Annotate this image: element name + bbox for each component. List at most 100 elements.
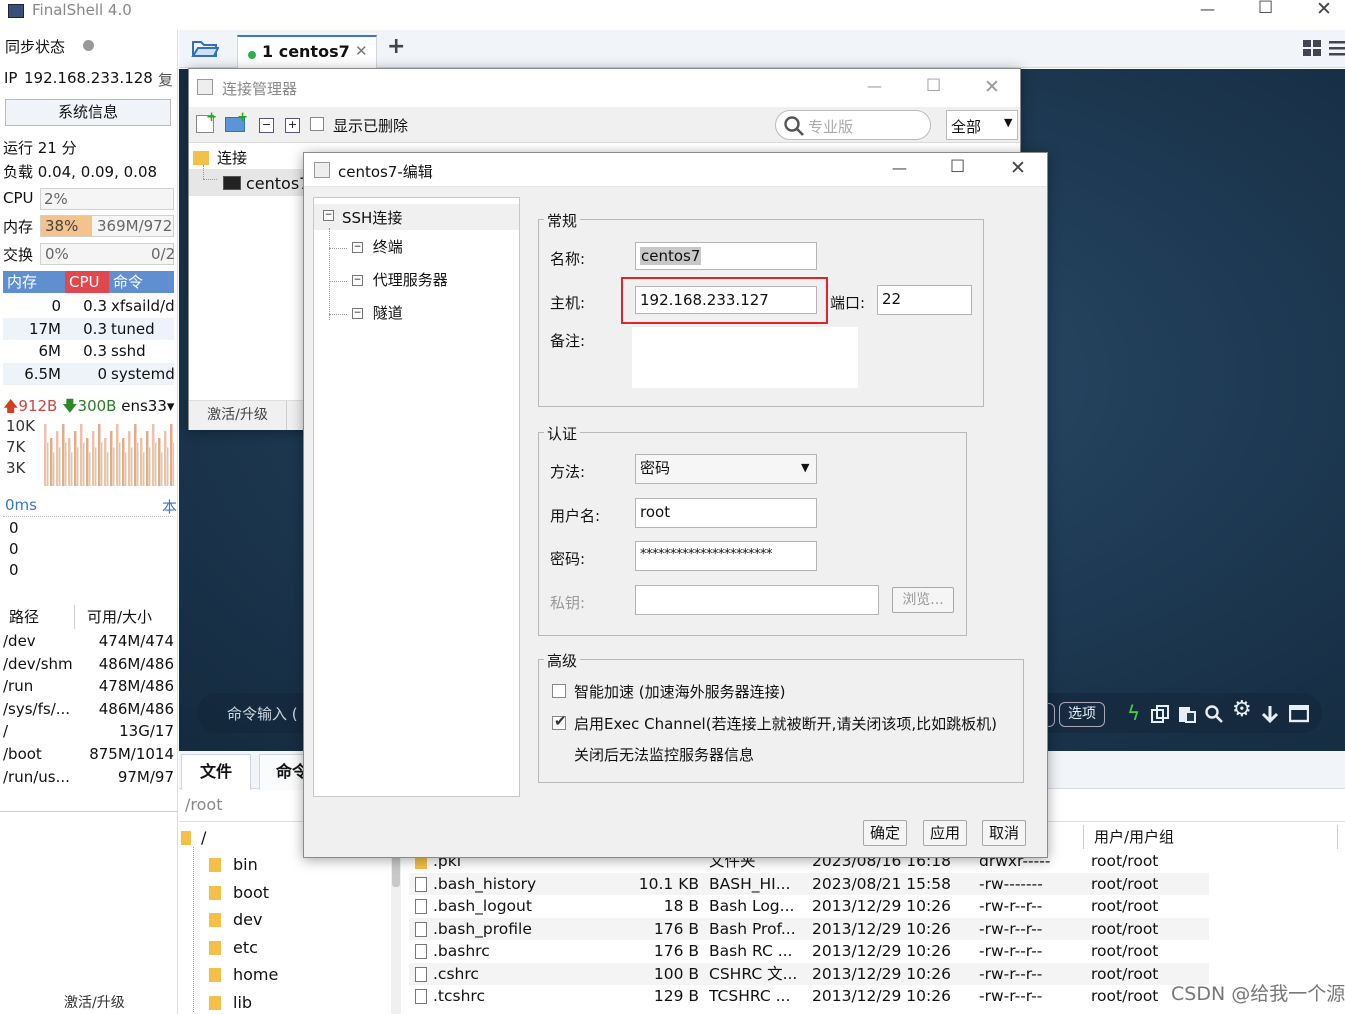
disk-path: /sys/fs/... bbox=[3, 699, 71, 718]
proc-header-cpu[interactable]: CPU bbox=[65, 271, 109, 293]
menu-icon[interactable] bbox=[1329, 40, 1345, 62]
close-button[interactable]: ✕ bbox=[1316, 0, 1332, 20]
table-row[interactable]: .bash_logout 18 B Bash Log... 2013/12/29 10… bbox=[409, 895, 1209, 918]
show-deleted-checkbox[interactable] bbox=[310, 117, 324, 131]
method-select[interactable]: 密码 ▼ bbox=[635, 454, 817, 484]
table-row[interactable]: .bash_history 10.1 KB BASH_HI... 2023/08/21… bbox=[409, 872, 1209, 895]
sync-status-label: 同步状态 bbox=[5, 38, 66, 56]
collapse-icon[interactable]: − bbox=[352, 242, 363, 253]
collapse-icon[interactable]: − bbox=[352, 308, 363, 319]
gear-icon[interactable]: ⚙ bbox=[1232, 697, 1252, 722]
layout-grid-icon[interactable] bbox=[1303, 40, 1323, 62]
minimize-button[interactable]: — bbox=[1200, 0, 1215, 18]
tree-item[interactable]: dev bbox=[209, 910, 262, 929]
private-key-input[interactable] bbox=[635, 585, 879, 615]
collapse-all-icon[interactable]: − bbox=[259, 118, 274, 133]
edit-minimize-button[interactable]: — bbox=[892, 159, 907, 177]
copy-ip-button[interactable]: 复 bbox=[158, 69, 173, 90]
tab-centos7[interactable]: 1 centos7 ✕ bbox=[237, 35, 377, 68]
paste-icon[interactable] bbox=[1178, 705, 1196, 727]
table-row[interactable]: /sys/fs/... 486M/486 bbox=[3, 698, 174, 721]
uptime-text: 运行 21 分 bbox=[3, 139, 77, 157]
lightning-icon[interactable]: ϟ bbox=[1127, 701, 1140, 725]
table-row[interactable]: 17M 0.3 tuned bbox=[3, 317, 174, 340]
conn-filter-select[interactable]: 全部 ▼ bbox=[946, 110, 1018, 140]
table-row[interactable]: 6M 0.3 sshd bbox=[3, 340, 174, 363]
conn-search-input[interactable]: 专业版 bbox=[775, 110, 931, 140]
table-row[interactable]: /dev/shm 486M/486 bbox=[3, 653, 174, 676]
current-path[interactable]: /root bbox=[185, 795, 222, 814]
download-icon[interactable] bbox=[1261, 705, 1279, 727]
table-row[interactable]: /boot 875M/1014 bbox=[3, 743, 174, 766]
table-row[interactable]: .tcshrc 129 B TCSHRC ... 2013/12/29 10:26 -r… bbox=[409, 985, 1209, 1008]
tree-item[interactable]: home bbox=[209, 965, 278, 984]
table-row[interactable]: .cshrc 100 B CSHRC 文... 2013/12/29 10:26 -rw… bbox=[409, 962, 1209, 985]
expand-all-icon[interactable]: + bbox=[285, 118, 300, 133]
tab-files[interactable]: 文件 bbox=[181, 754, 251, 790]
settings-tree-item-terminal[interactable]: − 终端 bbox=[352, 236, 403, 257]
conn-mgr-close-button[interactable]: ✕ bbox=[984, 76, 1000, 98]
tree-item[interactable]: lib bbox=[209, 993, 252, 1012]
conn-mgr-maximize-button[interactable]: ☐ bbox=[926, 76, 941, 96]
network-bar bbox=[116, 424, 119, 486]
chevron-down-icon[interactable]: ▾ bbox=[167, 397, 175, 415]
col-header-owner[interactable]: 用户/用户组 bbox=[1083, 825, 1174, 849]
network-bar bbox=[152, 424, 155, 486]
browse-button[interactable]: 浏览... bbox=[892, 587, 954, 613]
new-folder-icon[interactable]: + bbox=[225, 110, 248, 132]
search-icon[interactable] bbox=[1205, 705, 1223, 727]
tree-item[interactable]: / bbox=[181, 828, 206, 847]
settings-tree-item-ssh[interactable]: − SSH连接 bbox=[314, 204, 519, 230]
note-textarea[interactable] bbox=[632, 327, 858, 388]
edit-close-button[interactable]: ✕ bbox=[1010, 157, 1026, 179]
ip-label: IP bbox=[4, 69, 18, 87]
port-input[interactable]: 22 bbox=[877, 285, 972, 315]
tree-item[interactable]: etc bbox=[209, 938, 258, 957]
network-interface[interactable]: ens33 bbox=[121, 397, 167, 415]
table-row[interactable]: 0 0.3 xfsaild/d bbox=[3, 295, 174, 318]
table-row[interactable]: 6.5M 0 systemd bbox=[3, 362, 174, 385]
table-row[interactable]: .bashrc 176 B Bash RC ... 2013/12/29 10:26 -… bbox=[409, 940, 1209, 963]
exec-channel-checkbox[interactable]: ✔ bbox=[552, 712, 567, 730]
folder-open-icon[interactable] bbox=[191, 38, 220, 58]
command-input[interactable]: 命令输入 ( bbox=[227, 703, 298, 724]
collapse-icon[interactable]: − bbox=[323, 210, 334, 221]
sysinfo-button[interactable]: 系统信息 bbox=[5, 99, 171, 126]
tree-item[interactable]: bin bbox=[209, 855, 258, 874]
table-row[interactable]: /run/us... 97M/97 bbox=[3, 766, 174, 789]
copy-icon[interactable] bbox=[1151, 705, 1169, 727]
tab-close-icon[interactable]: ✕ bbox=[355, 42, 368, 60]
disk-header-size[interactable]: 可用/大小 bbox=[75, 605, 152, 629]
maximize-panel-icon[interactable] bbox=[1288, 704, 1310, 727]
table-row[interactable]: .bash_profile 176 B Bash Prof... 2013/12/29… bbox=[409, 917, 1209, 940]
host-input[interactable]: 192.168.233.127 bbox=[635, 286, 817, 314]
add-tab-button[interactable]: + bbox=[387, 34, 405, 59]
proc-header-mem[interactable]: 内存 bbox=[3, 271, 65, 293]
settings-tree-item-tunnel[interactable]: − 隧道 bbox=[352, 302, 403, 323]
conn-mgr-minimize-button[interactable]: — bbox=[867, 77, 882, 95]
options-button[interactable]: 选项 bbox=[1059, 702, 1105, 727]
password-input[interactable]: ********************** bbox=[635, 541, 817, 571]
network-bar bbox=[56, 431, 59, 486]
cancel-button[interactable]: 取消 bbox=[982, 820, 1026, 846]
table-row[interactable]: /run 478M/486 bbox=[3, 675, 174, 698]
name-input[interactable]: centos7 bbox=[635, 242, 817, 270]
table-row[interactable]: / 13G/17 bbox=[3, 720, 174, 743]
new-connection-icon[interactable]: + bbox=[196, 110, 217, 133]
table-row[interactable]: /dev 474M/474 bbox=[3, 630, 174, 653]
apply-button[interactable]: 应用 bbox=[923, 820, 967, 846]
ok-button[interactable]: 确定 bbox=[863, 820, 907, 846]
tree-item[interactable]: boot bbox=[209, 883, 269, 902]
conn-tree-root[interactable]: 连接 bbox=[193, 147, 247, 168]
maximize-button[interactable]: ☐ bbox=[1258, 0, 1273, 18]
proc-header-cmd[interactable]: 命令 bbox=[109, 271, 174, 293]
file-type: Bash Log... bbox=[709, 897, 795, 915]
collapse-icon[interactable]: − bbox=[352, 275, 363, 286]
activate-upgrade-link[interactable]: 激活/升级 bbox=[64, 992, 125, 1012]
settings-tree-item-proxy[interactable]: − 代理服务器 bbox=[352, 269, 448, 290]
conn-mgr-activate-link[interactable]: 激活/升级 bbox=[189, 401, 287, 430]
edit-maximize-button[interactable]: ☐ bbox=[950, 157, 965, 177]
username-input[interactable]: root bbox=[635, 498, 817, 528]
disk-header-path[interactable]: 路径 bbox=[3, 605, 75, 629]
smart-accel-checkbox[interactable] bbox=[552, 684, 566, 698]
